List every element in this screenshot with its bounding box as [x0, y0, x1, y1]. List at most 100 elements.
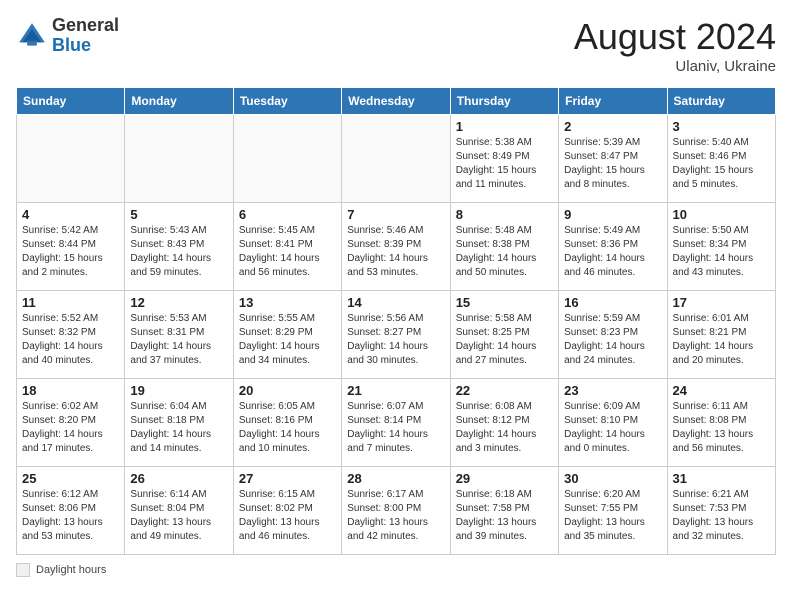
day-info: Sunrise: 5:50 AM Sunset: 8:34 PM Dayligh…	[673, 224, 770, 280]
day-number: 9	[564, 207, 661, 222]
day-number: 18	[22, 383, 119, 398]
calendar-cell: 25 Sunrise: 6:12 AM Sunset: 8:06 PM Dayli…	[17, 467, 125, 555]
day-info: Sunrise: 6:12 AM Sunset: 8:06 PM Dayligh…	[22, 488, 119, 544]
day-number: 8	[456, 207, 553, 222]
calendar-cell: 4 Sunrise: 5:42 AM Sunset: 8:44 PM Daylig…	[17, 203, 125, 291]
day-number: 16	[564, 295, 661, 310]
calendar-cell: 28Sunrise: 6:17 AM Sunset: 8:00 PM Dayli…	[342, 467, 450, 555]
calendar-cell: 9Sunrise: 5:49 AM Sunset: 8:36 PM Daylig…	[559, 203, 667, 291]
day-info: Sunrise: 5:45 AM Sunset: 8:41 PM Dayligh…	[239, 224, 336, 280]
day-number: 11	[22, 295, 119, 310]
day-info: Sunrise: 6:11 AM Sunset: 8:08 PM Dayligh…	[673, 400, 770, 456]
day-info: Sunrise: 6:02 AM Sunset: 8:20 PM Dayligh…	[22, 400, 119, 456]
calendar-cell: 3 Sunrise: 5:40 AM Sunset: 8:46 PM Daylig…	[667, 115, 775, 203]
day-info: Sunrise: 6:09 AM Sunset: 8:10 PM Dayligh…	[564, 400, 661, 456]
week-row-5: 25 Sunrise: 6:12 AM Sunset: 8:06 PM Dayli…	[17, 467, 776, 555]
calendar-cell: 26Sunrise: 6:14 AM Sunset: 8:04 PM Dayli…	[125, 467, 233, 555]
calendar-cell: 2 Sunrise: 5:39 AM Sunset: 8:47 PM Daylig…	[559, 115, 667, 203]
legend-label: Daylight hours	[36, 564, 106, 576]
day-number: 15	[456, 295, 553, 310]
legend-box	[16, 563, 30, 577]
calendar-cell: 29Sunrise: 6:18 AM Sunset: 7:58 PM Dayli…	[450, 467, 558, 555]
day-info: Sunrise: 5:40 AM Sunset: 8:46 PM Dayligh…	[673, 136, 770, 192]
day-header-sunday: Sunday	[17, 88, 125, 115]
day-number: 17	[673, 295, 770, 310]
calendar-header-row: SundayMondayTuesdayWednesdayThursdayFrid…	[17, 88, 776, 115]
location: Ulaniv, Ukraine	[574, 58, 776, 75]
day-info: Sunrise: 5:55 AM Sunset: 8:29 PM Dayligh…	[239, 312, 336, 368]
day-info: Sunrise: 6:07 AM Sunset: 8:14 PM Dayligh…	[347, 400, 444, 456]
day-number: 21	[347, 383, 444, 398]
day-number: 28	[347, 471, 444, 486]
calendar-cell: 6Sunrise: 5:45 AM Sunset: 8:41 PM Daylig…	[233, 203, 341, 291]
week-row-3: 11 Sunrise: 5:52 AM Sunset: 8:32 PM Dayli…	[17, 291, 776, 379]
logo-icon	[16, 20, 48, 52]
day-number: 23	[564, 383, 661, 398]
day-header-tuesday: Tuesday	[233, 88, 341, 115]
day-header-wednesday: Wednesday	[342, 88, 450, 115]
logo: General Blue	[16, 16, 119, 56]
day-info: Sunrise: 6:20 AM Sunset: 7:55 PM Dayligh…	[564, 488, 661, 544]
day-number: 4	[22, 207, 119, 222]
day-info: Sunrise: 5:42 AM Sunset: 8:44 PM Dayligh…	[22, 224, 119, 280]
day-number: 24	[673, 383, 770, 398]
calendar-cell: 22 Sunrise: 6:08 AM Sunset: 8:12 PM Dayli…	[450, 379, 558, 467]
day-info: Sunrise: 5:38 AM Sunset: 8:49 PM Dayligh…	[456, 136, 553, 192]
calendar-cell: 18 Sunrise: 6:02 AM Sunset: 8:20 PM Dayli…	[17, 379, 125, 467]
calendar-cell: 27 Sunrise: 6:15 AM Sunset: 8:02 PM Dayli…	[233, 467, 341, 555]
day-number: 3	[673, 119, 770, 134]
day-number: 5	[130, 207, 227, 222]
day-number: 19	[130, 383, 227, 398]
day-header-friday: Friday	[559, 88, 667, 115]
day-number: 22	[456, 383, 553, 398]
title-area: August 2024 Ulaniv, Ukraine	[574, 16, 776, 75]
day-number: 2	[564, 119, 661, 134]
day-number: 26	[130, 471, 227, 486]
calendar-cell	[125, 115, 233, 203]
calendar-cell: 31 Sunrise: 6:21 AM Sunset: 7:53 PM Dayli…	[667, 467, 775, 555]
day-info: Sunrise: 5:56 AM Sunset: 8:27 PM Dayligh…	[347, 312, 444, 368]
day-info: Sunrise: 6:01 AM Sunset: 8:21 PM Dayligh…	[673, 312, 770, 368]
week-row-4: 18 Sunrise: 6:02 AM Sunset: 8:20 PM Dayli…	[17, 379, 776, 467]
day-info: Sunrise: 5:52 AM Sunset: 8:32 PM Dayligh…	[22, 312, 119, 368]
day-number: 29	[456, 471, 553, 486]
day-info: Sunrise: 6:15 AM Sunset: 8:02 PM Dayligh…	[239, 488, 336, 544]
calendar-cell: 30Sunrise: 6:20 AM Sunset: 7:55 PM Dayli…	[559, 467, 667, 555]
calendar-cell: 16 Sunrise: 5:59 AM Sunset: 8:23 PM Dayli…	[559, 291, 667, 379]
calendar-cell: 5Sunrise: 5:43 AM Sunset: 8:43 PM Daylig…	[125, 203, 233, 291]
day-info: Sunrise: 5:59 AM Sunset: 8:23 PM Dayligh…	[564, 312, 661, 368]
page-header: General Blue August 2024 Ulaniv, Ukraine	[16, 16, 776, 75]
day-number: 1	[456, 119, 553, 134]
day-number: 27	[239, 471, 336, 486]
day-header-monday: Monday	[125, 88, 233, 115]
day-info: Sunrise: 6:08 AM Sunset: 8:12 PM Dayligh…	[456, 400, 553, 456]
calendar-cell: 19 Sunrise: 6:04 AM Sunset: 8:18 PM Dayli…	[125, 379, 233, 467]
calendar-cell: 13 Sunrise: 5:55 AM Sunset: 8:29 PM Dayli…	[233, 291, 341, 379]
day-info: Sunrise: 5:53 AM Sunset: 8:31 PM Dayligh…	[130, 312, 227, 368]
day-number: 13	[239, 295, 336, 310]
calendar-cell	[233, 115, 341, 203]
day-info: Sunrise: 5:39 AM Sunset: 8:47 PM Dayligh…	[564, 136, 661, 192]
month-year: August 2024	[574, 16, 776, 58]
day-number: 25	[22, 471, 119, 486]
week-row-1: 1 Sunrise: 5:38 AM Sunset: 8:49 PM Daylig…	[17, 115, 776, 203]
calendar-cell: 12Sunrise: 5:53 AM Sunset: 8:31 PM Dayli…	[125, 291, 233, 379]
day-info: Sunrise: 5:48 AM Sunset: 8:38 PM Dayligh…	[456, 224, 553, 280]
calendar-cell: 21 Sunrise: 6:07 AM Sunset: 8:14 PM Dayli…	[342, 379, 450, 467]
calendar-table: SundayMondayTuesdayWednesdayThursdayFrid…	[16, 87, 776, 555]
day-number: 31	[673, 471, 770, 486]
calendar-cell: 15Sunrise: 5:58 AM Sunset: 8:25 PM Dayli…	[450, 291, 558, 379]
logo-text: General Blue	[52, 16, 119, 56]
day-info: Sunrise: 5:46 AM Sunset: 8:39 PM Dayligh…	[347, 224, 444, 280]
day-header-saturday: Saturday	[667, 88, 775, 115]
day-info: Sunrise: 6:21 AM Sunset: 7:53 PM Dayligh…	[673, 488, 770, 544]
calendar-cell: 10Sunrise: 5:50 AM Sunset: 8:34 PM Dayli…	[667, 203, 775, 291]
calendar-cell	[17, 115, 125, 203]
day-number: 7	[347, 207, 444, 222]
calendar-cell: 11 Sunrise: 5:52 AM Sunset: 8:32 PM Dayli…	[17, 291, 125, 379]
calendar-cell: 14Sunrise: 5:56 AM Sunset: 8:27 PM Dayli…	[342, 291, 450, 379]
calendar-cell: 8 Sunrise: 5:48 AM Sunset: 8:38 PM Daylig…	[450, 203, 558, 291]
day-info: Sunrise: 6:04 AM Sunset: 8:18 PM Dayligh…	[130, 400, 227, 456]
legend: Daylight hours	[16, 563, 776, 577]
calendar-cell: 1 Sunrise: 5:38 AM Sunset: 8:49 PM Daylig…	[450, 115, 558, 203]
